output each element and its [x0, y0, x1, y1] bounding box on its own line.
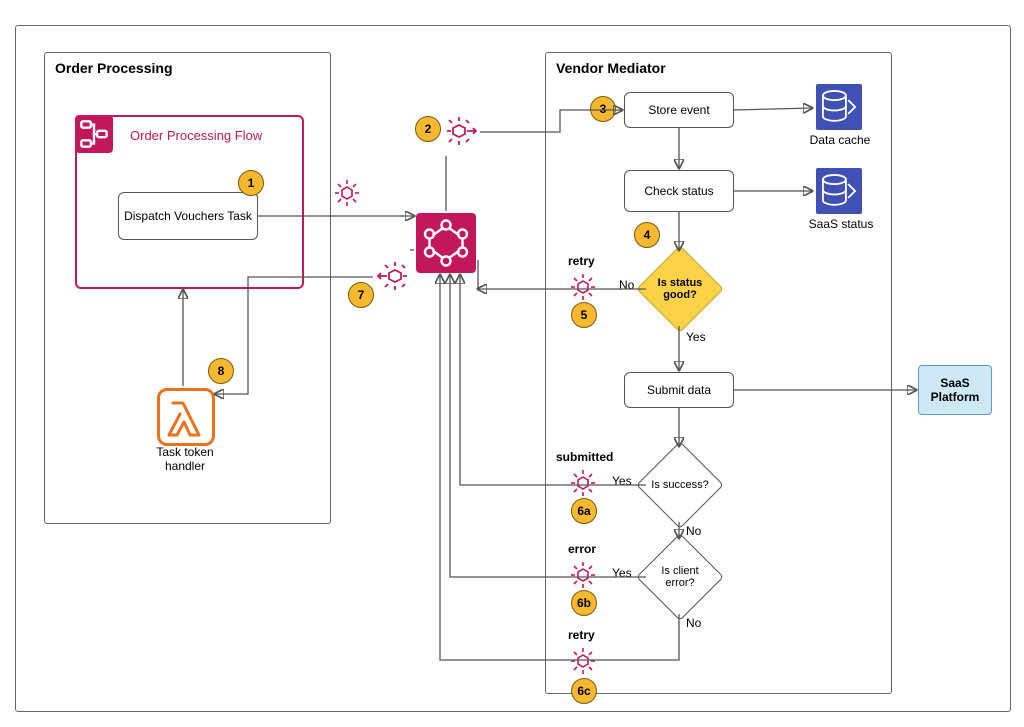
order-processing-title: Order Processing: [55, 60, 173, 76]
submitted-label: submitted: [556, 450, 613, 464]
is-status-good-decision: Is status good?: [649, 258, 711, 320]
step-6b-badge: 6b: [571, 590, 597, 616]
step-2-badge: 2: [415, 116, 441, 142]
event-icon: [568, 272, 598, 302]
diagram-canvas: Order Processing Vendor Mediator Order P…: [0, 0, 1024, 727]
step-functions-badge-icon: [75, 115, 113, 153]
yes-label-2: Yes: [612, 474, 632, 488]
step-4-badge: 4: [634, 222, 660, 248]
submit-data-box: Submit data: [624, 372, 734, 408]
event-icon: [332, 178, 362, 208]
no-label-2: No: [686, 524, 701, 538]
is-client-error-decision: Is client error?: [649, 546, 711, 608]
event-icon: [568, 646, 598, 676]
rule-icon: [375, 260, 409, 294]
dispatch-vouchers-task-label: Dispatch Vouchers Task: [124, 209, 252, 223]
retry-label-2: retry: [568, 628, 595, 642]
eventbridge-bus-icon: [416, 213, 476, 273]
event-icon: [568, 560, 598, 590]
step-1-badge: 1: [238, 170, 264, 196]
rule-icon: [445, 115, 479, 149]
store-event-box: Store event: [624, 92, 734, 128]
task-token-handler-label: Task token handler: [140, 445, 230, 473]
yes-label-3: Yes: [612, 566, 632, 580]
no-label-3: No: [686, 616, 701, 630]
data-cache-icon: [816, 84, 862, 130]
step-5-badge: 5: [571, 302, 597, 328]
step-3-badge: 3: [590, 96, 616, 122]
dispatch-vouchers-task-box: Dispatch Vouchers Task: [118, 192, 258, 240]
check-status-box: Check status: [624, 170, 734, 212]
saas-status-icon: [816, 168, 862, 214]
lambda-icon: [157, 388, 215, 446]
retry-label: retry: [568, 254, 595, 268]
yes-label: Yes: [686, 330, 706, 344]
order-processing-flow-title: Order Processing Flow: [130, 128, 262, 143]
saas-status-label: SaaS status: [802, 217, 880, 231]
saas-platform-box: SaaS Platform: [918, 365, 992, 415]
step-7-badge: 7: [348, 282, 374, 308]
data-cache-label: Data cache: [805, 133, 875, 147]
step-6c-badge: 6c: [571, 678, 597, 704]
step-6a-badge: 6a: [571, 498, 597, 524]
event-icon: [568, 468, 598, 498]
no-label: No: [619, 278, 634, 292]
step-8-badge: 8: [208, 358, 234, 384]
error-label: error: [568, 542, 596, 556]
vendor-mediator-title: Vendor Mediator: [556, 60, 666, 76]
is-success-decision: Is success?: [649, 454, 711, 516]
